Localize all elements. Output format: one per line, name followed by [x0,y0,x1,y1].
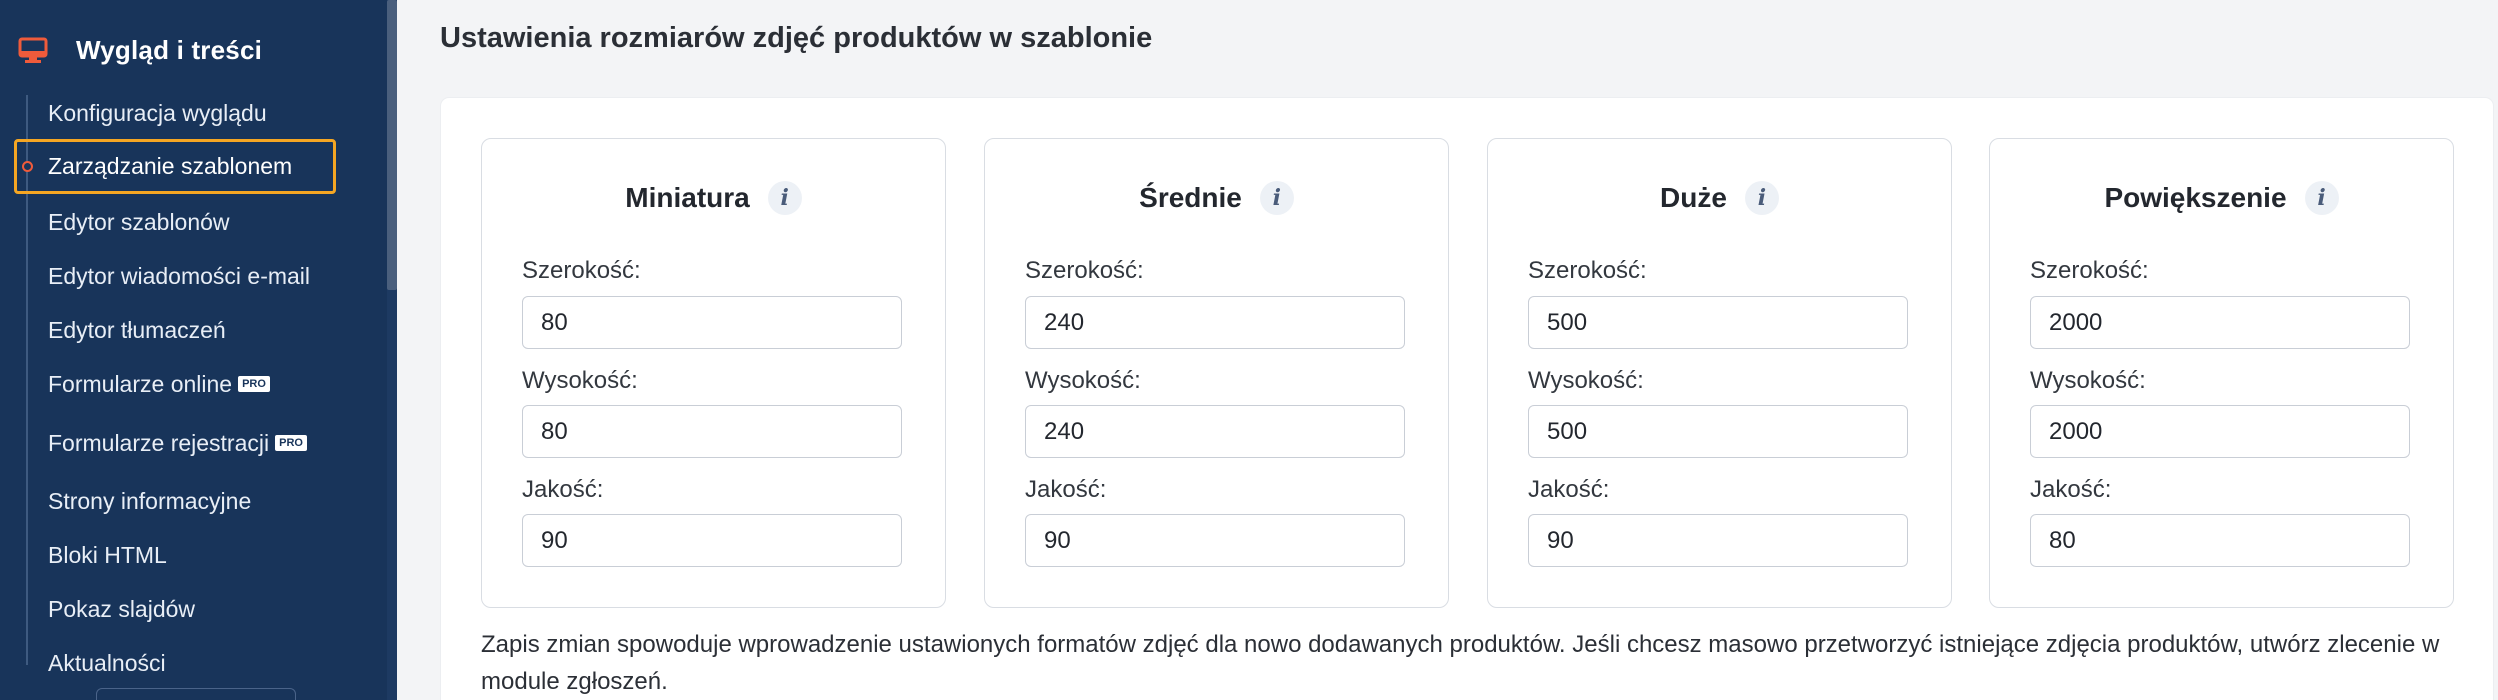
width-input[interactable]: 2000 [2030,296,2410,349]
sidebar-item-label: Formularze online [48,370,233,397]
card-header: Średnie i [985,181,1448,215]
page-title: Ustawienia rozmiarów zdjęć produktów w s… [440,22,1153,54]
height-label: Wysokość: [1528,367,1644,394]
height-label: Wysokość: [1025,367,1141,394]
width-input[interactable]: 240 [1025,296,1405,349]
height-input[interactable]: 2000 [2030,405,2410,458]
card-title: Średnie [1139,182,1242,213]
sidebar-item-label: Zarządzanie szablonem [48,153,293,179]
sidebar-item-label: Bloki HTML [48,541,167,568]
card-header: Powiększenie i [1990,181,2453,215]
sidebar-item-edytor-szablonow[interactable]: Edytor szablonów [48,202,230,242]
quality-input[interactable]: 90 [1528,514,1908,567]
pro-badge: PRO [275,435,307,451]
info-icon[interactable]: i [767,181,802,215]
sidebar-item-label: Formularze rejestracji [48,429,270,456]
sidebar-item-formularze-online[interactable]: Formularze online PRO [48,364,270,404]
sidebar-item-label: Strony informacyjne [48,487,252,514]
width-label: Szerokość: [2030,257,2149,284]
width-input[interactable]: 500 [1528,296,1908,349]
sidebar-item-label: Edytor tłumaczeń [48,316,226,343]
card-title: Powiększenie [2104,182,2287,213]
sidebar-item-strony-informacyjne[interactable]: Strony informacyjne [48,481,251,521]
quality-label: Jakość: [1528,476,1610,503]
sidebar-item-label: Aktualności [48,649,166,676]
info-icon[interactable]: i [1259,181,1294,215]
width-input[interactable]: 80 [522,296,902,349]
sidebar-item-edytor-tlumaczen[interactable]: Edytor tłumaczeń [48,310,226,350]
sidebar-item-zarzadzanie-szablonem[interactable]: Zarządzanie szablonem [14,139,336,194]
sidebar-bottom-button[interactable] [96,688,296,700]
sidebar-item-label: Edytor szablonów [48,208,230,235]
sidebar-section-title: Wygląd i treści [76,34,263,65]
card-title: Miniatura [625,182,750,213]
sidebar-scrollbar-thumb[interactable] [387,0,397,290]
width-label: Szerokość: [1528,257,1647,284]
sidebar-item-label: Edytor wiadomości e-mail [48,262,311,289]
quality-input[interactable]: 90 [1025,514,1405,567]
height-label: Wysokość: [2030,367,2146,394]
height-input[interactable]: 240 [1025,405,1405,458]
sidebar-item-konfiguracja-wygladu[interactable]: Konfiguracja wyglądu [48,93,267,133]
quality-label: Jakość: [1025,476,1107,503]
active-indicator-dot [22,161,33,172]
height-input[interactable]: 500 [1528,405,1908,458]
sidebar-item-label: Konfiguracja wyglądu [48,99,267,126]
size-card-miniatura: Miniatura i Szerokość: 80 Wysokość: 80 J… [481,138,946,608]
size-card-powiekszenie: Powiększenie i Szerokość: 2000 Wysokość:… [1989,138,2454,608]
info-notice: Zapis zmian spowoduje wprowadzenie ustaw… [481,631,2440,695]
quality-input[interactable]: 80 [2030,514,2410,567]
pro-badge: PRO [238,376,270,392]
width-label: Szerokość: [522,257,641,284]
sidebar-section-header[interactable]: Wygląd i treści [18,30,262,70]
sidebar-item-bloki-html[interactable]: Bloki HTML [48,535,167,575]
height-label: Wysokość: [522,367,638,394]
sidebar-item-label: Pokaz slajdów [48,595,196,622]
height-input[interactable]: 80 [522,405,902,458]
card-header: Duże i [1488,181,1951,215]
sidebar-item-pokaz-slajdow[interactable]: Pokaz slajdów [48,589,195,629]
sidebar-item-edytor-wiadomosci-email[interactable]: Edytor wiadomości e-mail [48,256,310,296]
card-title: Duże [1660,182,1727,213]
info-icon[interactable]: i [1744,181,1779,215]
width-label: Szerokość: [1025,257,1144,284]
card-header: Miniatura i [482,181,945,215]
size-card-srednie: Średnie i Szerokość: 240 Wysokość: 240 J… [984,138,1449,608]
sidebar-item-formularze-rejestracji[interactable]: Formularze rejestracji PRO [48,423,307,463]
size-card-duze: Duże i Szerokość: 500 Wysokość: 500 Jako… [1487,138,1952,608]
info-icon[interactable]: i [2304,181,2339,215]
quality-label: Jakość: [2030,476,2112,503]
quality-label: Jakość: [522,476,604,503]
sidebar: Wygląd i treści Konfiguracja wyglądu Zar… [0,0,397,700]
monitor-icon [18,37,48,63]
quality-input[interactable]: 90 [522,514,902,567]
sidebar-item-aktualnosci[interactable]: Aktualności [48,643,166,683]
